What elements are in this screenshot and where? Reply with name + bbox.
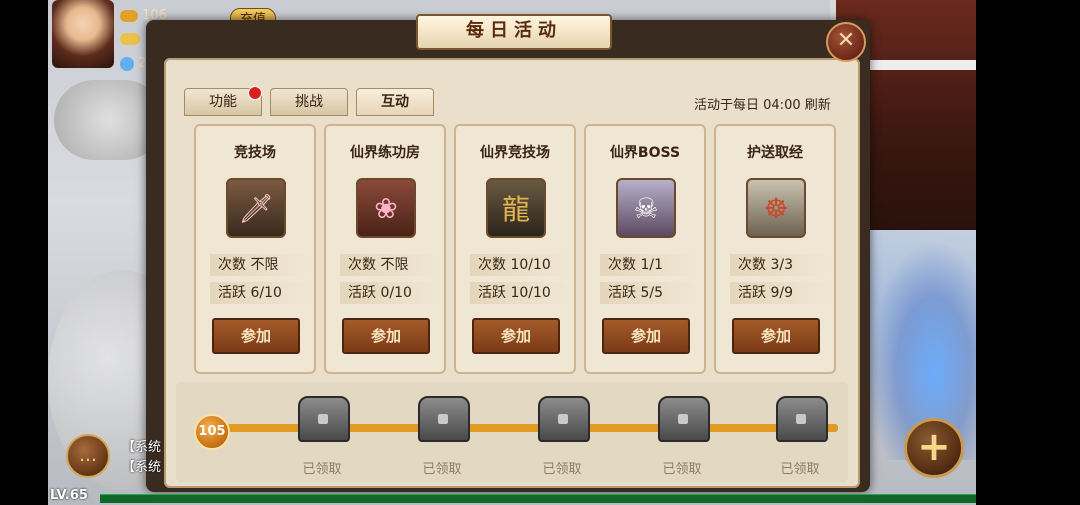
join-button[interactable]: 参加: [602, 318, 690, 354]
active-row: 活跃 0/10: [340, 282, 438, 304]
count-value: 不限: [250, 257, 279, 273]
tab-interaction[interactable]: 互动: [356, 88, 434, 116]
dialog-title: 每日活动: [416, 14, 612, 50]
close-icon: ✕: [836, 28, 856, 53]
ingot-icon: [120, 33, 140, 45]
chest-status: 已领取: [302, 462, 342, 477]
sword-icon: 🗡: [226, 178, 286, 238]
count-row: 次数 1/1: [600, 254, 698, 276]
experience-bar: [100, 494, 976, 503]
reward-chest-5[interactable]: [776, 396, 828, 442]
power-icon: [120, 56, 134, 71]
join-button[interactable]: 参加: [472, 318, 560, 354]
count-label: 次数: [608, 257, 636, 273]
active-label: 活跃: [218, 285, 246, 301]
reward-chest-3[interactable]: [538, 396, 590, 442]
boss-icon: ☠: [616, 178, 676, 238]
activity-card-immortal-arena: 仙界竞技场 龍 次数 10/10 活跃 10/10 参加: [454, 124, 576, 374]
refresh-prefix: 活动于每日: [694, 98, 764, 113]
reward-chest-1[interactable]: [298, 396, 350, 442]
reward-chest-4[interactable]: [658, 396, 710, 442]
active-row: 活跃 6/10: [210, 282, 308, 304]
activity-card-immortal-boss: 仙界BOSS ☠ 次数 1/1 活跃 5/5 参加: [584, 124, 706, 374]
active-value: 0/10: [380, 285, 412, 301]
refresh-suffix: 刷新: [800, 98, 831, 113]
active-value: 5/5: [640, 285, 663, 301]
currency-display: [120, 33, 140, 49]
reward-chest-2[interactable]: [418, 396, 470, 442]
chest-status: 已领取: [422, 462, 462, 477]
activity-card-training-room: 仙界练功房 ❀ 次数 不限 活跃 0/10 参加: [324, 124, 446, 374]
activity-card-escort: 护送取经 ☸ 次数 3/3 活跃 9/9 参加: [714, 124, 836, 374]
active-label: 活跃: [348, 285, 376, 301]
activity-name: 仙界竞技场: [480, 145, 550, 161]
power-display: 2: [120, 56, 146, 71]
active-value: 10/10: [510, 285, 551, 301]
reward-strip: [176, 382, 848, 482]
active-label: 活跃: [608, 285, 636, 301]
active-label: 活跃: [738, 285, 766, 301]
active-row: 活跃 9/9: [730, 282, 828, 304]
close-button[interactable]: ✕: [826, 22, 866, 62]
active-label: 活跃: [478, 285, 506, 301]
activity-name: 护送取经: [747, 145, 803, 161]
count-label: 次数: [218, 257, 246, 273]
active-value: 6/10: [250, 285, 282, 301]
count-row: 次数 不限: [340, 254, 438, 276]
count-value: 不限: [380, 257, 409, 273]
count-row: 次数 10/10: [470, 254, 568, 276]
chat-button[interactable]: …: [66, 434, 110, 478]
system-message: 【系统: [122, 460, 162, 475]
join-button[interactable]: 参加: [732, 318, 820, 354]
chat-bubble-icon: …: [79, 445, 97, 466]
chest-status: 已领取: [662, 462, 702, 477]
count-value: 10/10: [510, 257, 551, 273]
chest-status: 已领取: [542, 462, 582, 477]
count-label: 次数: [348, 257, 376, 273]
active-row: 活跃 10/10: [470, 282, 568, 304]
gold-icon: [120, 9, 138, 22]
count-value: 1/1: [640, 257, 663, 273]
activity-name: 仙界练功房: [350, 145, 420, 161]
system-message: 【系统: [122, 440, 162, 455]
count-row: 次数 不限: [210, 254, 308, 276]
activity-points: 105: [194, 414, 230, 450]
plus-icon: +: [917, 424, 951, 470]
join-button[interactable]: 参加: [342, 318, 430, 354]
activity-name: 竞技场: [234, 145, 276, 161]
activity-name: 仙界BOSS: [609, 145, 681, 161]
refresh-notice: 活动于每日 04:00 刷新: [694, 94, 831, 113]
count-row: 次数 3/3: [730, 254, 828, 276]
player-level: LV.65: [50, 488, 88, 503]
player-avatar[interactable]: [52, 0, 114, 68]
join-button[interactable]: 参加: [212, 318, 300, 354]
refresh-time: 04:00: [763, 98, 801, 113]
active-value: 9/9: [770, 285, 793, 301]
tab-challenge[interactable]: 挑战: [270, 88, 348, 116]
notification-dot: [248, 86, 262, 100]
count-label: 次数: [478, 257, 506, 273]
cultivator-icon: ❀: [356, 178, 416, 238]
activity-card-arena: 竞技场 🗡 次数 不限 活跃 6/10 参加: [194, 124, 316, 374]
dragon-icon: 龍: [486, 178, 546, 238]
chest-status: 已领取: [780, 462, 820, 477]
count-label: 次数: [738, 257, 766, 273]
count-value: 3/3: [770, 257, 793, 273]
expand-menu-button[interactable]: +: [904, 418, 964, 478]
monk-icon: ☸: [746, 178, 806, 238]
active-row: 活跃 5/5: [600, 282, 698, 304]
